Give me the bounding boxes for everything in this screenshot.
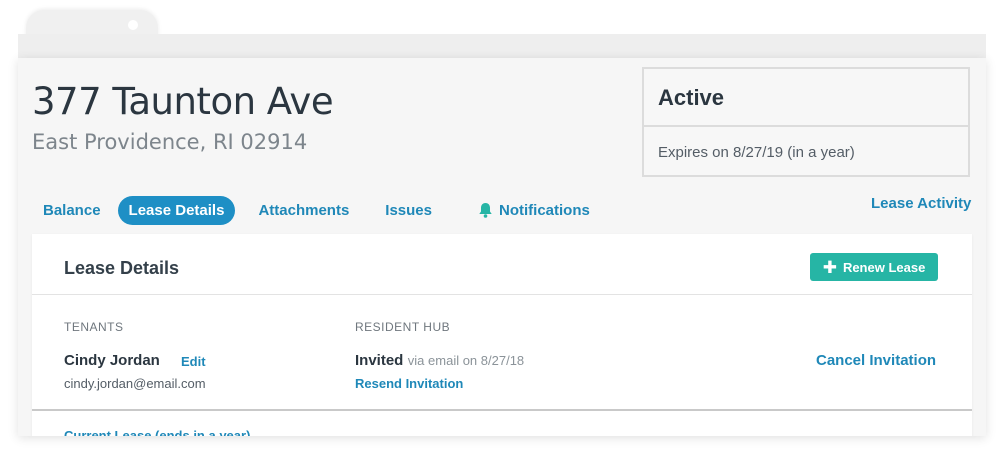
edit-tenant-link[interactable]: Edit — [181, 354, 206, 369]
section-divider — [32, 409, 972, 411]
tenant-email: cindy.jordan@email.com — [64, 376, 206, 391]
invitation-status-line: Invited via email on 8/27/18 — [355, 352, 524, 370]
tab-lease-details[interactable]: Lease Details — [117, 195, 236, 225]
status-divider — [644, 125, 968, 127]
lease-panel: 377 Taunton Ave East Providence, RI 0291… — [18, 58, 986, 436]
renew-lease-button[interactable]: ✚ Renew Lease — [810, 253, 938, 281]
resident-hub-column-label: RESIDENT HUB — [355, 320, 451, 334]
tab-notifications-label: Notifications — [499, 201, 590, 219]
tenants-column-label: TENANTS — [64, 320, 124, 334]
lease-activity-link[interactable]: Lease Activity — [871, 195, 971, 212]
renew-lease-label: Renew Lease — [842, 259, 926, 275]
bell-icon — [478, 202, 493, 218]
lease-details-card: Lease Details ✚ Renew Lease TENANTS RESI… — [32, 234, 972, 436]
tab-attachments-label: Attachments — [258, 201, 350, 219]
property-address-subtitle: East Providence, RI 02914 — [32, 130, 308, 154]
lease-details-heading: Lease Details — [64, 258, 180, 278]
card-divider — [32, 294, 972, 295]
tenant-name: Cindy Jordan — [64, 352, 160, 369]
tab-attachments[interactable]: Attachments — [247, 196, 360, 225]
tab-notifications[interactable]: Notifications — [467, 196, 601, 225]
property-address-title: 377 Taunton Ave — [32, 80, 334, 123]
current-lease-link[interactable]: Current Lease (ends in a year) — [64, 428, 250, 436]
lease-status-title: Active — [658, 85, 725, 110]
lease-expiration-text: Expires on 8/27/19 (in a year) — [658, 144, 855, 161]
cancel-invitation-link[interactable]: Cancel Invitation — [816, 352, 936, 369]
tab-issues[interactable]: Issues — [374, 196, 443, 225]
invitation-detail: via email on 8/27/18 — [407, 353, 525, 368]
tab-balance-label: Balance — [43, 201, 101, 219]
tab-lease-details-label: Lease Details — [128, 201, 225, 219]
resend-invitation-link[interactable]: Resend Invitation — [355, 376, 463, 391]
tab-issues-label: Issues — [385, 201, 432, 219]
lease-status-card: Active Expires on 8/27/19 (in a year) — [642, 67, 970, 177]
invitation-status: Invited — [355, 352, 404, 369]
tab-balance[interactable]: Balance — [32, 196, 112, 225]
folder-hole — [128, 20, 138, 30]
plus-icon: ✚ — [822, 257, 837, 277]
lease-tabs: Balance Lease Details Attachments Issues… — [32, 195, 607, 225]
